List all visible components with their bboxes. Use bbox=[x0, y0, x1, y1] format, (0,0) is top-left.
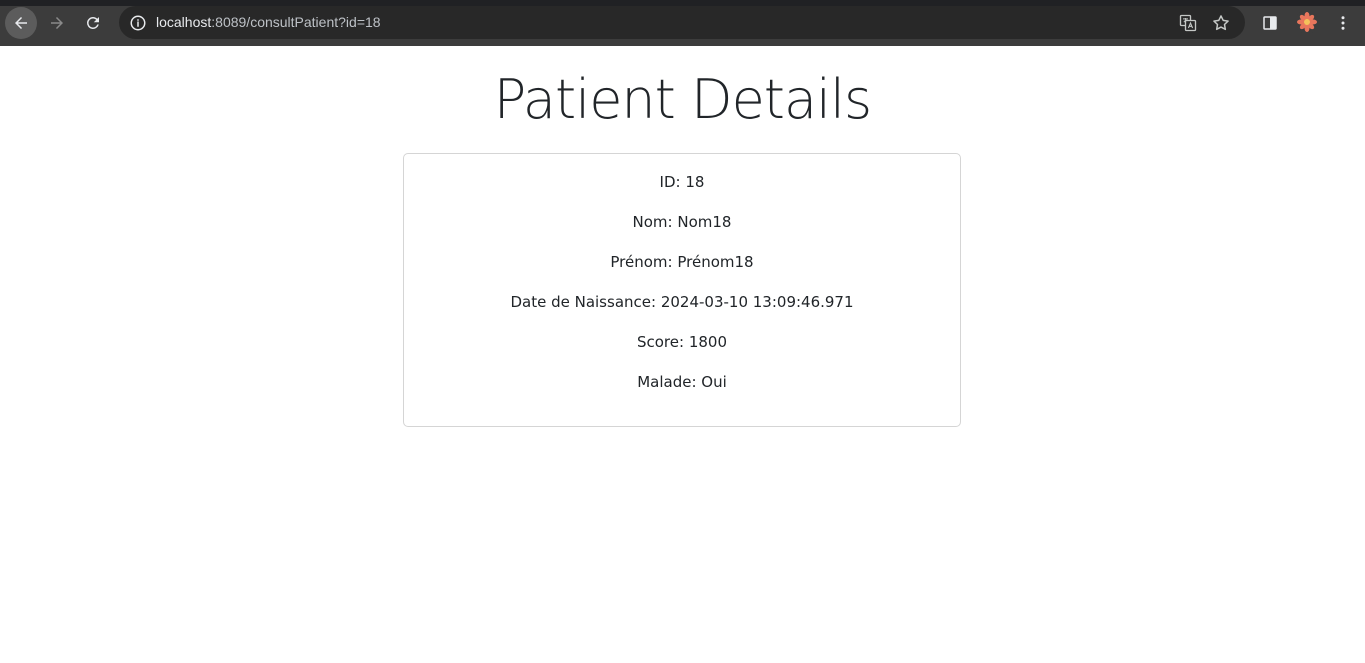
page-content: Patient Details ID: 18 Nom: Nom18 Prénom… bbox=[0, 46, 1365, 663]
patient-nom: Nom: Nom18 bbox=[632, 213, 732, 231]
browser-toolbar: localhost:8089/consultPatient?id=18 bbox=[0, 0, 1365, 46]
arrow-right-icon bbox=[51, 17, 63, 29]
patient-malade: Malade: Oui bbox=[637, 373, 727, 391]
url-text[interactable]: localhost:8089/consultPatient?id=18 bbox=[156, 14, 381, 30]
reload-icon bbox=[86, 16, 99, 29]
page-title: Patient Details bbox=[493, 68, 872, 131]
side-panel-icon[interactable] bbox=[1258, 11, 1282, 35]
translate-icon[interactable] bbox=[1177, 12, 1199, 34]
url-path: :8089/consultPatient?id=18 bbox=[211, 14, 381, 30]
reload-button[interactable] bbox=[77, 7, 109, 39]
patient-date-naissance: Date de Naissance: 2024-03-10 13:09:46.9… bbox=[510, 293, 854, 311]
patient-score: Score: 1800 bbox=[636, 333, 727, 351]
avatar[interactable] bbox=[1295, 10, 1319, 34]
info-circle-icon[interactable] bbox=[127, 12, 148, 33]
back-button[interactable] bbox=[5, 7, 37, 39]
patient-prenom: Prénom: Prénom18 bbox=[610, 253, 754, 271]
address-bar[interactable]: localhost:8089/consultPatient?id=18 bbox=[119, 6, 1245, 39]
star-icon[interactable] bbox=[1210, 12, 1232, 34]
vertical-dots-icon[interactable] bbox=[1331, 11, 1355, 35]
url-host: localhost bbox=[156, 14, 212, 30]
patient-details-card: ID: 18 Nom: Nom18 Prénom: Prénom18 Date … bbox=[403, 153, 961, 427]
forward-button[interactable] bbox=[41, 7, 73, 39]
arrow-left-icon bbox=[15, 17, 27, 29]
patient-id: ID: 18 bbox=[659, 173, 705, 191]
